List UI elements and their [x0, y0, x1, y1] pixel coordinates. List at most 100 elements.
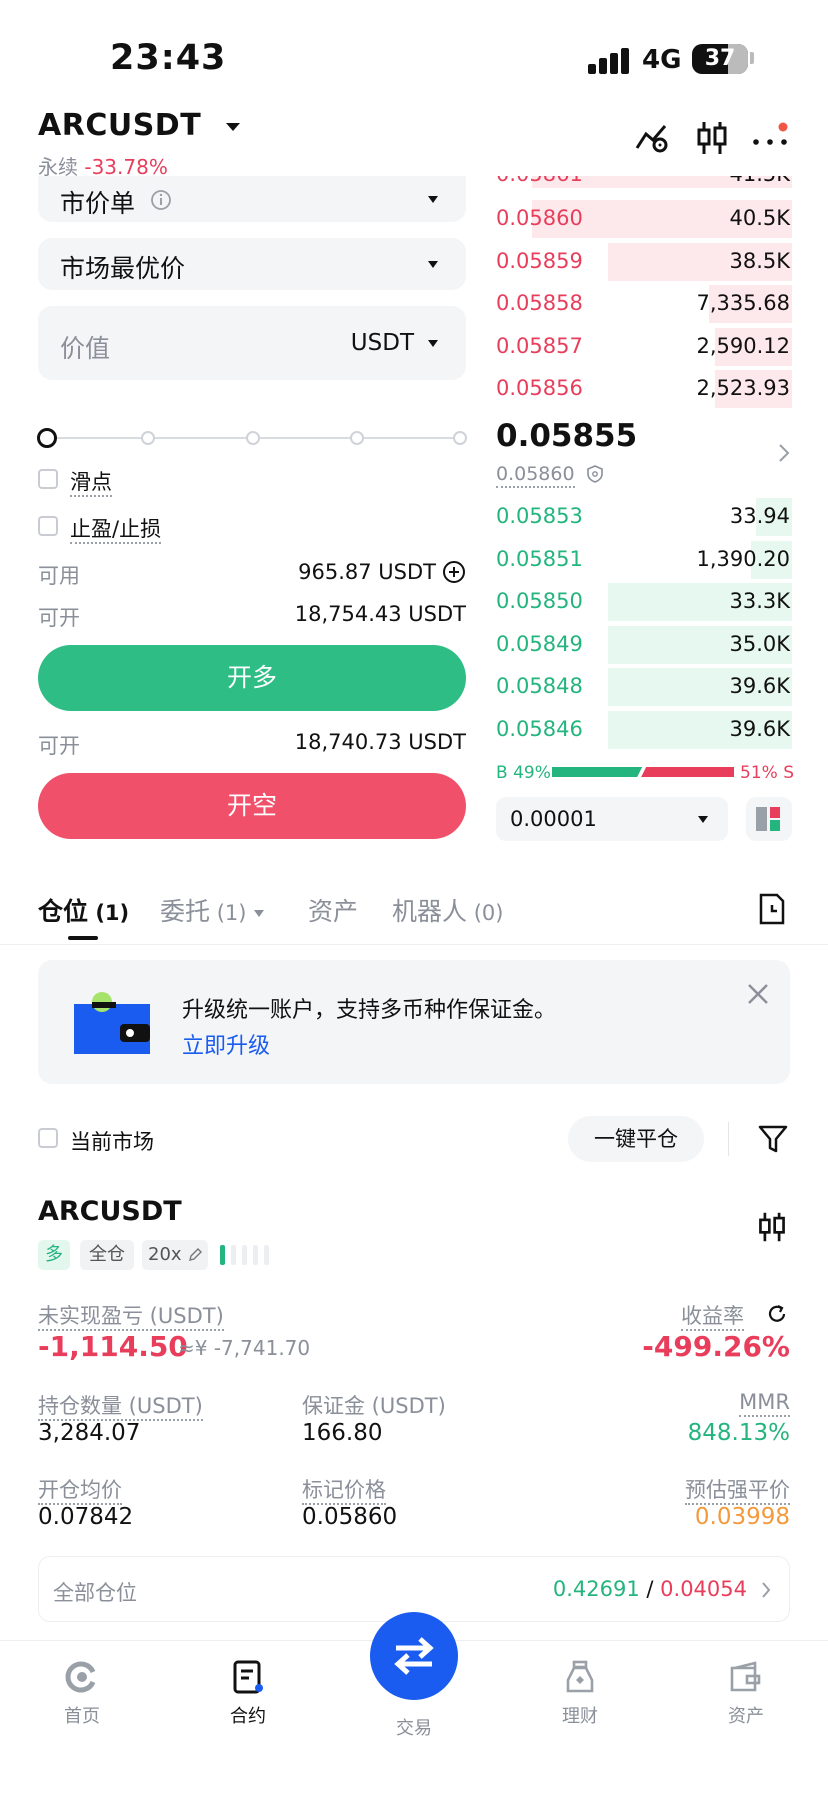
- bid-price: 0.05853: [496, 504, 583, 528]
- slider-step[interactable]: [141, 431, 155, 445]
- signal-icon: [588, 48, 630, 74]
- ask-row[interactable]: 0.05857 2,590.12: [496, 326, 792, 368]
- ask-price: 0.05859: [496, 248, 583, 273]
- order-type-label: 市价单: [60, 189, 136, 218]
- symbol-title: ARCUSDT: [38, 108, 202, 143]
- add-circle-icon[interactable]: [442, 560, 466, 584]
- filter-icon[interactable]: [758, 1124, 788, 1154]
- leverage-tag[interactable]: 20x: [142, 1240, 208, 1270]
- current-market-label: 当前市场: [70, 1130, 154, 1154]
- ask-row[interactable]: 0.05856 2,523.93: [496, 368, 792, 410]
- roe-value: -499.26%: [642, 1330, 790, 1363]
- symbol-selector[interactable]: ARCUSDT: [38, 108, 241, 143]
- precision-value: 0.00001: [510, 807, 597, 831]
- chevron-right-icon: [762, 1582, 771, 1598]
- liq-label: 预估强平价: [685, 1474, 790, 1505]
- nav-contract[interactable]: 合约: [198, 1660, 298, 1728]
- open-short-button[interactable]: 开空: [38, 773, 466, 839]
- tab-count: (1): [210, 901, 247, 925]
- battery-level: 37: [704, 46, 736, 71]
- value-input[interactable]: 价值 USDT: [38, 306, 466, 380]
- price-mode-label: 市场最优价: [60, 254, 186, 283]
- layout-toggle[interactable]: [746, 797, 792, 841]
- shield-icon: [587, 465, 603, 483]
- close-icon[interactable]: [746, 982, 770, 1006]
- upgrade-link[interactable]: 立即升级: [182, 1028, 270, 1060]
- bid-qty: 33.94: [729, 504, 790, 528]
- nav-label: 合约: [230, 1706, 266, 1727]
- tab-2[interactable]: 资产: [308, 892, 358, 928]
- bid-row[interactable]: 0.05846 39.6K: [496, 709, 792, 751]
- available-value: 965.87 USDT: [298, 560, 436, 584]
- price-alert-icon[interactable]: [634, 120, 670, 156]
- size-value: 3,284.07: [38, 1420, 141, 1446]
- ask-qty: 41.5K: [729, 176, 790, 186]
- tab-1[interactable]: 委托 (1): [160, 892, 265, 928]
- divider: [728, 1122, 729, 1156]
- bid-price: 0.05846: [496, 716, 583, 741]
- sell-ratio: 51% S: [740, 763, 794, 783]
- nav-home[interactable]: 首页: [32, 1660, 132, 1728]
- ask-row[interactable]: 0.05860 40.5K: [496, 198, 792, 240]
- tpsl-checkbox[interactable]: [38, 516, 58, 536]
- ask-price: 0.05861: [496, 176, 583, 186]
- nav-trade-label[interactable]: 交易: [364, 1714, 464, 1740]
- open-long-value: 18,754.43 USDT: [294, 602, 466, 626]
- slider-handle[interactable]: [37, 428, 57, 448]
- leverage-value: 20x: [148, 1244, 182, 1265]
- ask-row[interactable]: 0.05858 7,335.68: [496, 283, 792, 325]
- tab-3[interactable]: 机器人 (0): [392, 892, 503, 928]
- candlestick-chart-icon[interactable]: [694, 120, 730, 156]
- bid-row[interactable]: 0.05853 33.94: [496, 496, 792, 538]
- refresh-icon[interactable]: [766, 1303, 788, 1325]
- ask-price: 0.05860: [496, 206, 583, 230]
- bid-row[interactable]: 0.05851 1,390.20: [496, 539, 792, 581]
- ask-row[interactable]: 0.05859 38.5K: [496, 241, 792, 283]
- chevron-right-icon[interactable]: [778, 443, 790, 463]
- order-type-select[interactable]: 市价单: [38, 176, 466, 222]
- value-placeholder: 价值: [60, 334, 111, 363]
- nav-assets[interactable]: 资产: [696, 1660, 796, 1728]
- side-tag: 多: [38, 1240, 70, 1270]
- bid-row[interactable]: 0.05849 35.0K: [496, 624, 792, 666]
- last-price: 0.05855: [496, 418, 638, 454]
- orderbook-top-partial: 0.05861 41.5K: [496, 176, 792, 188]
- tab-0[interactable]: 仓位 (1): [38, 892, 129, 928]
- chevron-down-icon: [428, 340, 438, 347]
- candlestick-chart-icon[interactable]: [756, 1210, 788, 1244]
- adl-indicator: [220, 1245, 269, 1265]
- mark-price: 0.05860: [496, 463, 575, 488]
- wallet-upgrade-icon: [74, 992, 150, 1054]
- trade-fab-button[interactable]: [370, 1612, 458, 1700]
- bid-qty: 1,390.20: [696, 546, 790, 571]
- bid-row[interactable]: 0.05850 33.3K: [496, 581, 792, 623]
- entry-label: 开仓均价: [38, 1474, 122, 1505]
- value-unit[interactable]: USDT: [351, 330, 414, 356]
- bid-qty: 33.3K: [729, 589, 790, 613]
- slider-step[interactable]: [453, 431, 467, 445]
- mark-value: 0.05860: [302, 1504, 398, 1530]
- available-label: 可用: [38, 564, 80, 588]
- buy-ratio: B 49%: [496, 763, 551, 783]
- orderbook-layout-icon: [756, 807, 780, 831]
- bid-row[interactable]: 0.05848 39.6K: [496, 666, 792, 708]
- nav-label: 资产: [728, 1706, 764, 1727]
- tab-label: 机器人: [392, 897, 468, 926]
- slippage-checkbox[interactable]: [38, 469, 58, 489]
- open-short-label: 可开: [38, 734, 80, 758]
- info-icon[interactable]: [150, 189, 172, 211]
- nav-earn[interactable]: 理财: [530, 1660, 630, 1728]
- upnl-value: -1,114.50: [38, 1330, 188, 1363]
- slider-step[interactable]: [246, 431, 260, 445]
- more-icon[interactable]: [752, 120, 788, 156]
- slider-step[interactable]: [350, 431, 364, 445]
- price-mode-select[interactable]: 市场最优价: [38, 238, 466, 290]
- ask-qty: 7,335.68: [696, 291, 790, 315]
- history-document-icon[interactable]: [758, 893, 786, 925]
- roe-label: 收益率: [681, 1300, 744, 1331]
- open-long-button[interactable]: 开多: [38, 645, 466, 711]
- current-market-checkbox[interactable]: [38, 1128, 58, 1148]
- precision-select[interactable]: 0.00001: [496, 797, 728, 841]
- tab-label: 资产: [308, 897, 359, 926]
- close-all-button[interactable]: 一键平仓: [568, 1116, 704, 1162]
